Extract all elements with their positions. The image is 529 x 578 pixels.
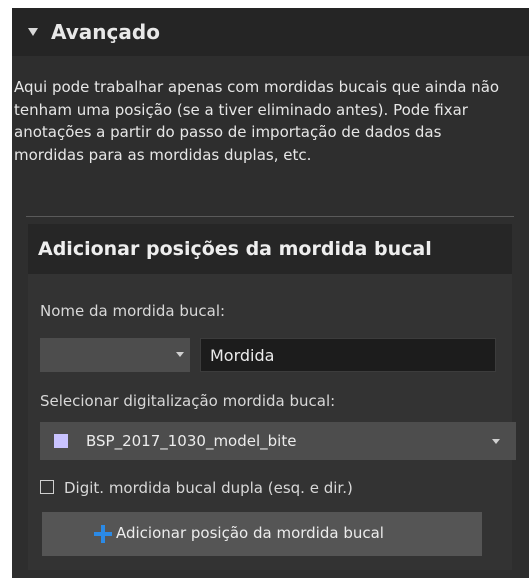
- bite-name-label: Nome da mordida bucal:: [40, 302, 226, 320]
- bite-name-prefix-dropdown[interactable]: [40, 338, 190, 372]
- scan-select-label: Selecionar digitalização mordida bucal:: [40, 392, 336, 410]
- subsection-header: Adicionar posições da mordida bucal: [28, 224, 512, 274]
- add-bite-position-label: Adicionar posição da mordida bucal: [116, 524, 384, 542]
- chevron-down-icon: [176, 352, 184, 357]
- double-bite-label[interactable]: Digit. mordida bucal dupla (esq. e dir.): [64, 479, 353, 497]
- chevron-down-icon: [492, 439, 500, 444]
- double-bite-checkbox[interactable]: [40, 480, 54, 494]
- advanced-section-header[interactable]: Avançado: [12, 8, 529, 56]
- scan-select-value: BSP_2017_1030_model_bite: [86, 432, 297, 450]
- section-title: Avançado: [51, 20, 160, 44]
- scan-color-swatch: [54, 434, 68, 448]
- add-bite-position-button[interactable]: Adicionar posição da mordida bucal: [42, 512, 482, 556]
- scan-select-dropdown[interactable]: BSP_2017_1030_model_bite: [40, 422, 516, 460]
- collapse-triangle-icon[interactable]: [28, 28, 38, 36]
- advanced-panel: Avançado Aqui pode trabalhar apenas com …: [12, 8, 529, 578]
- bite-name-input[interactable]: [200, 338, 496, 372]
- plus-icon: [94, 525, 112, 543]
- section-description: Aqui pode trabalhar apenas com mordidas …: [14, 78, 500, 164]
- divider: [26, 216, 514, 217]
- subsection-title: Adicionar posições da mordida bucal: [38, 238, 432, 260]
